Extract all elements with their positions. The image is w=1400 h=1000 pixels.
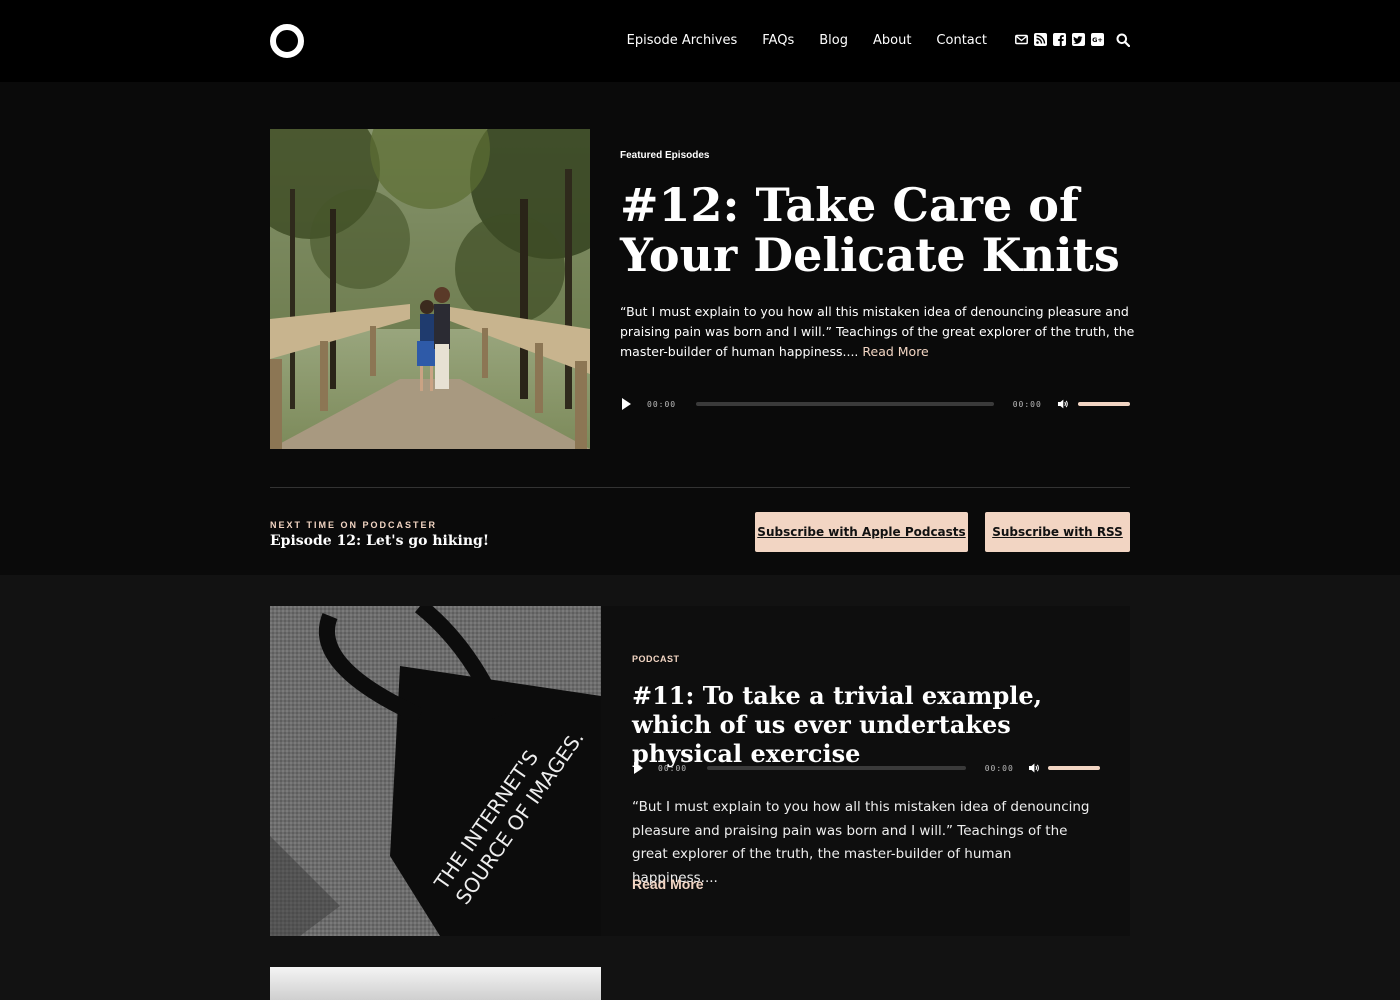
volume-icon[interactable] bbox=[1057, 398, 1069, 410]
facebook-icon[interactable] bbox=[1053, 33, 1066, 46]
volume-icon[interactable] bbox=[1028, 762, 1040, 774]
featured-episode: Featured Episodes #12: Take Care of Your… bbox=[0, 82, 1400, 575]
play-icon[interactable] bbox=[634, 762, 643, 774]
site-logo[interactable] bbox=[270, 24, 304, 58]
nav-episode-archives[interactable]: Episode Archives bbox=[627, 33, 738, 48]
episode-category[interactable]: PODCAST bbox=[632, 654, 680, 664]
duration-time: 00:00 bbox=[984, 763, 1014, 773]
progress-track[interactable] bbox=[707, 766, 966, 770]
next-episode-title: Episode 12: Let's go hiking! bbox=[270, 533, 489, 549]
episode-read-more-link[interactable]: Read More bbox=[632, 876, 704, 892]
next-episode-label: NEXT TIME ON PODCASTER bbox=[270, 520, 438, 530]
featured-read-more-link[interactable]: Read More bbox=[862, 344, 928, 359]
main-nav: Episode Archives FAQs Blog About Contact bbox=[627, 33, 987, 48]
episode-audio-player: 00:00 00:00 bbox=[634, 761, 1100, 775]
svg-text:G+: G+ bbox=[1092, 36, 1103, 44]
featured-excerpt: “But I must explain to you how all this … bbox=[620, 302, 1135, 362]
featured-audio-player: 00:00 00:00 bbox=[622, 397, 1130, 411]
play-icon[interactable] bbox=[622, 398, 631, 410]
google-plus-icon[interactable]: G+ bbox=[1091, 33, 1104, 46]
episode-title[interactable]: #11: To take a trivial example, which of… bbox=[632, 681, 1112, 768]
current-time: 00:00 bbox=[658, 763, 688, 773]
nav-about[interactable]: About bbox=[873, 33, 911, 48]
site-header: Episode Archives FAQs Blog About Contact… bbox=[0, 0, 1400, 82]
episode-card: THE INTERNET'S SOURCE OF IMAGES. PODCAST… bbox=[270, 606, 1130, 936]
nav-contact[interactable]: Contact bbox=[936, 33, 987, 48]
featured-kicker: Featured Episodes bbox=[620, 150, 710, 161]
next-episode-card-image[interactable] bbox=[270, 967, 601, 1000]
progress-track[interactable] bbox=[696, 402, 994, 406]
featured-title[interactable]: #12: Take Care of Your Delicate Knits bbox=[620, 180, 1140, 280]
duration-time: 00:00 bbox=[1012, 399, 1042, 409]
search-icon[interactable] bbox=[1116, 33, 1130, 47]
volume-slider[interactable] bbox=[1078, 402, 1130, 406]
social-links: G+ bbox=[1015, 33, 1104, 46]
subscribe-rss-button[interactable]: Subscribe with RSS bbox=[985, 512, 1130, 552]
subscribe-apple-podcasts-button[interactable]: Subscribe with Apple Podcasts bbox=[755, 512, 968, 552]
featured-episode-image[interactable] bbox=[270, 129, 590, 449]
rss-icon[interactable] bbox=[1034, 33, 1047, 46]
current-time: 00:00 bbox=[647, 399, 677, 409]
nav-faqs[interactable]: FAQs bbox=[762, 33, 794, 48]
mail-icon[interactable] bbox=[1015, 33, 1028, 46]
twitter-icon[interactable] bbox=[1072, 33, 1085, 46]
volume-slider[interactable] bbox=[1047, 766, 1100, 770]
episode-card-image[interactable]: THE INTERNET'S SOURCE OF IMAGES. bbox=[270, 606, 601, 936]
nav-blog[interactable]: Blog bbox=[819, 33, 848, 48]
divider bbox=[270, 487, 1130, 488]
